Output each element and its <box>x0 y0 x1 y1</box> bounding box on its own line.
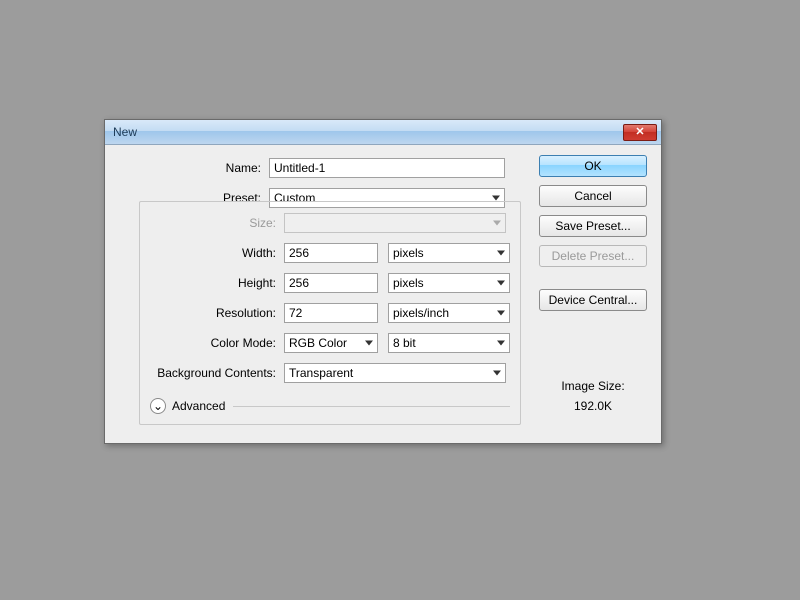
chevron-down-icon <box>497 341 505 346</box>
bitdepth-dropdown[interactable]: 8 bit <box>388 333 510 353</box>
colormode-dropdown[interactable]: RGB Color <box>284 333 378 353</box>
image-size-value: 192.0K <box>539 399 647 413</box>
chevron-down-icon <box>493 221 501 226</box>
chevron-down-icon <box>497 281 505 286</box>
divider <box>233 406 510 407</box>
size-dropdown <box>284 213 506 233</box>
colormode-value: RGB Color <box>289 336 347 350</box>
advanced-expander[interactable]: ⌄ <box>150 398 166 414</box>
colormode-label: Color Mode: <box>140 336 284 350</box>
size-label: Size: <box>140 216 284 230</box>
ok-button[interactable]: OK <box>539 155 647 177</box>
dimensions-group: Size: Width: pixels Height: <box>139 201 521 425</box>
close-icon: ✕ <box>635 127 644 138</box>
chevron-down-icon <box>365 341 373 346</box>
titlebar[interactable]: New ✕ <box>105 120 661 145</box>
resolution-unit-dropdown[interactable]: pixels/inch <box>388 303 510 323</box>
close-button[interactable]: ✕ <box>623 124 657 141</box>
name-input[interactable] <box>269 158 505 178</box>
advanced-label: Advanced <box>172 399 225 413</box>
save-preset-button[interactable]: Save Preset... <box>539 215 647 237</box>
resolution-label: Resolution: <box>140 306 284 320</box>
bgcontents-label: Background Contents: <box>140 366 284 380</box>
bitdepth-value: 8 bit <box>393 336 416 350</box>
resolution-input[interactable] <box>284 303 378 323</box>
dialog-body: Name: Preset: Custom Size: <box>105 145 661 443</box>
chevron-down-icon <box>492 196 500 201</box>
image-size-readout: Image Size: 192.0K <box>539 379 647 413</box>
double-chevron-down-icon: ⌄ <box>153 400 163 412</box>
bgcontents-value: Transparent <box>289 366 353 380</box>
chevron-down-icon <box>497 311 505 316</box>
width-unit-dropdown[interactable]: pixels <box>388 243 510 263</box>
delete-preset-button: Delete Preset... <box>539 245 647 267</box>
new-document-dialog: New ✕ Name: Preset: Custom Size: <box>104 119 662 444</box>
name-label: Name: <box>119 161 269 175</box>
bgcontents-dropdown[interactable]: Transparent <box>284 363 506 383</box>
image-size-label: Image Size: <box>539 379 647 393</box>
height-unit-dropdown[interactable]: pixels <box>388 273 510 293</box>
dialog-title: New <box>113 125 623 139</box>
form-area: Name: Preset: Custom Size: <box>119 155 525 215</box>
width-input[interactable] <box>284 243 378 263</box>
chevron-down-icon <box>493 371 501 376</box>
height-unit-value: pixels <box>393 276 424 290</box>
height-input[interactable] <box>284 273 378 293</box>
cancel-button[interactable]: Cancel <box>539 185 647 207</box>
width-unit-value: pixels <box>393 246 424 260</box>
resolution-unit-value: pixels/inch <box>393 306 449 320</box>
chevron-down-icon <box>497 251 505 256</box>
device-central-button[interactable]: Device Central... <box>539 289 647 311</box>
width-label: Width: <box>140 246 284 260</box>
height-label: Height: <box>140 276 284 290</box>
button-column: OK Cancel Save Preset... Delete Preset..… <box>539 155 647 413</box>
